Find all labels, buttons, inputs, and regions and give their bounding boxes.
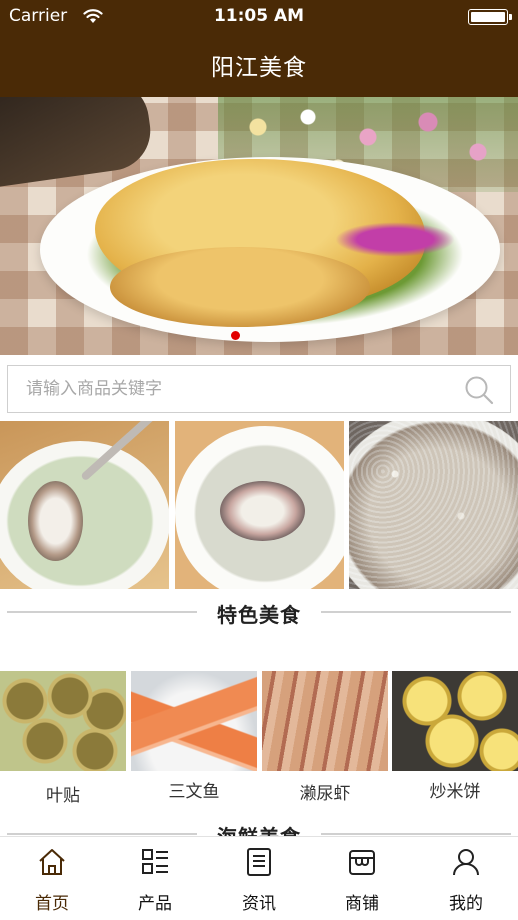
tab-label: 资讯 xyxy=(242,894,276,914)
clock: 11:05 AM xyxy=(213,6,305,26)
tab-profile[interactable]: 我的 xyxy=(414,837,518,920)
feature-photo-spoon xyxy=(28,481,83,561)
user-icon xyxy=(453,849,479,876)
feature-photo-bowl xyxy=(0,441,169,589)
divider xyxy=(321,611,511,613)
tab-label: 我的 xyxy=(449,894,483,914)
home-icon xyxy=(39,849,65,875)
product-image xyxy=(262,671,388,771)
news-icon xyxy=(247,848,271,876)
section-title-featured: 特色美食 xyxy=(0,597,518,627)
status-bar: Carrier 11:05 AM xyxy=(0,0,518,34)
tab-label: 首页 xyxy=(35,894,69,914)
banner-image-chicken-pieces xyxy=(110,247,370,327)
battery-icon xyxy=(468,9,512,25)
search-input[interactable] xyxy=(26,366,446,412)
banner-image-orchid xyxy=(335,222,455,257)
tab-products[interactable]: 产品 xyxy=(103,837,207,920)
section-title-text: 特色美食 xyxy=(217,603,301,627)
product-name: 炒米饼 xyxy=(429,782,481,802)
feature-photo-fried-rice[interactable] xyxy=(349,421,518,589)
product-card[interactable]: 叶贴 xyxy=(0,671,126,806)
header: Carrier 11:05 AM 阳江美食 xyxy=(0,0,518,97)
product-card[interactable]: 濑尿虾 xyxy=(262,671,388,804)
search-bar[interactable] xyxy=(7,365,511,413)
product-name: 叶贴 xyxy=(46,786,80,806)
product-image xyxy=(131,671,257,771)
tab-stores[interactable]: 商铺 xyxy=(310,837,414,920)
tab-bar: 首页 产品 资讯 商铺 我的 xyxy=(0,836,518,920)
tab-label: 产品 xyxy=(138,894,172,914)
search-icon[interactable] xyxy=(464,375,494,405)
product-card[interactable]: 炒米饼 xyxy=(392,671,518,802)
feature-photo-clam-soup[interactable] xyxy=(0,421,169,589)
feature-photo-seafood-soup[interactable] xyxy=(175,421,344,589)
page-title: 阳江美食 xyxy=(211,55,307,81)
tab-label: 商铺 xyxy=(345,894,379,914)
divider xyxy=(321,833,511,835)
carousel-page-indicator[interactable] xyxy=(231,331,240,340)
grid-list-icon xyxy=(142,849,168,874)
tab-news[interactable]: 资讯 xyxy=(207,837,311,920)
product-image xyxy=(392,671,518,771)
feature-photo-texture xyxy=(349,421,518,589)
product-name: 三文鱼 xyxy=(168,782,220,802)
banner-carousel[interactable] xyxy=(0,97,518,355)
product-name: 濑尿虾 xyxy=(299,784,351,804)
feature-photo-spoon xyxy=(220,481,305,541)
tab-home[interactable]: 首页 xyxy=(0,837,104,920)
store-icon xyxy=(349,850,375,875)
product-image xyxy=(0,671,126,771)
product-card[interactable]: 三文鱼 xyxy=(131,671,257,802)
